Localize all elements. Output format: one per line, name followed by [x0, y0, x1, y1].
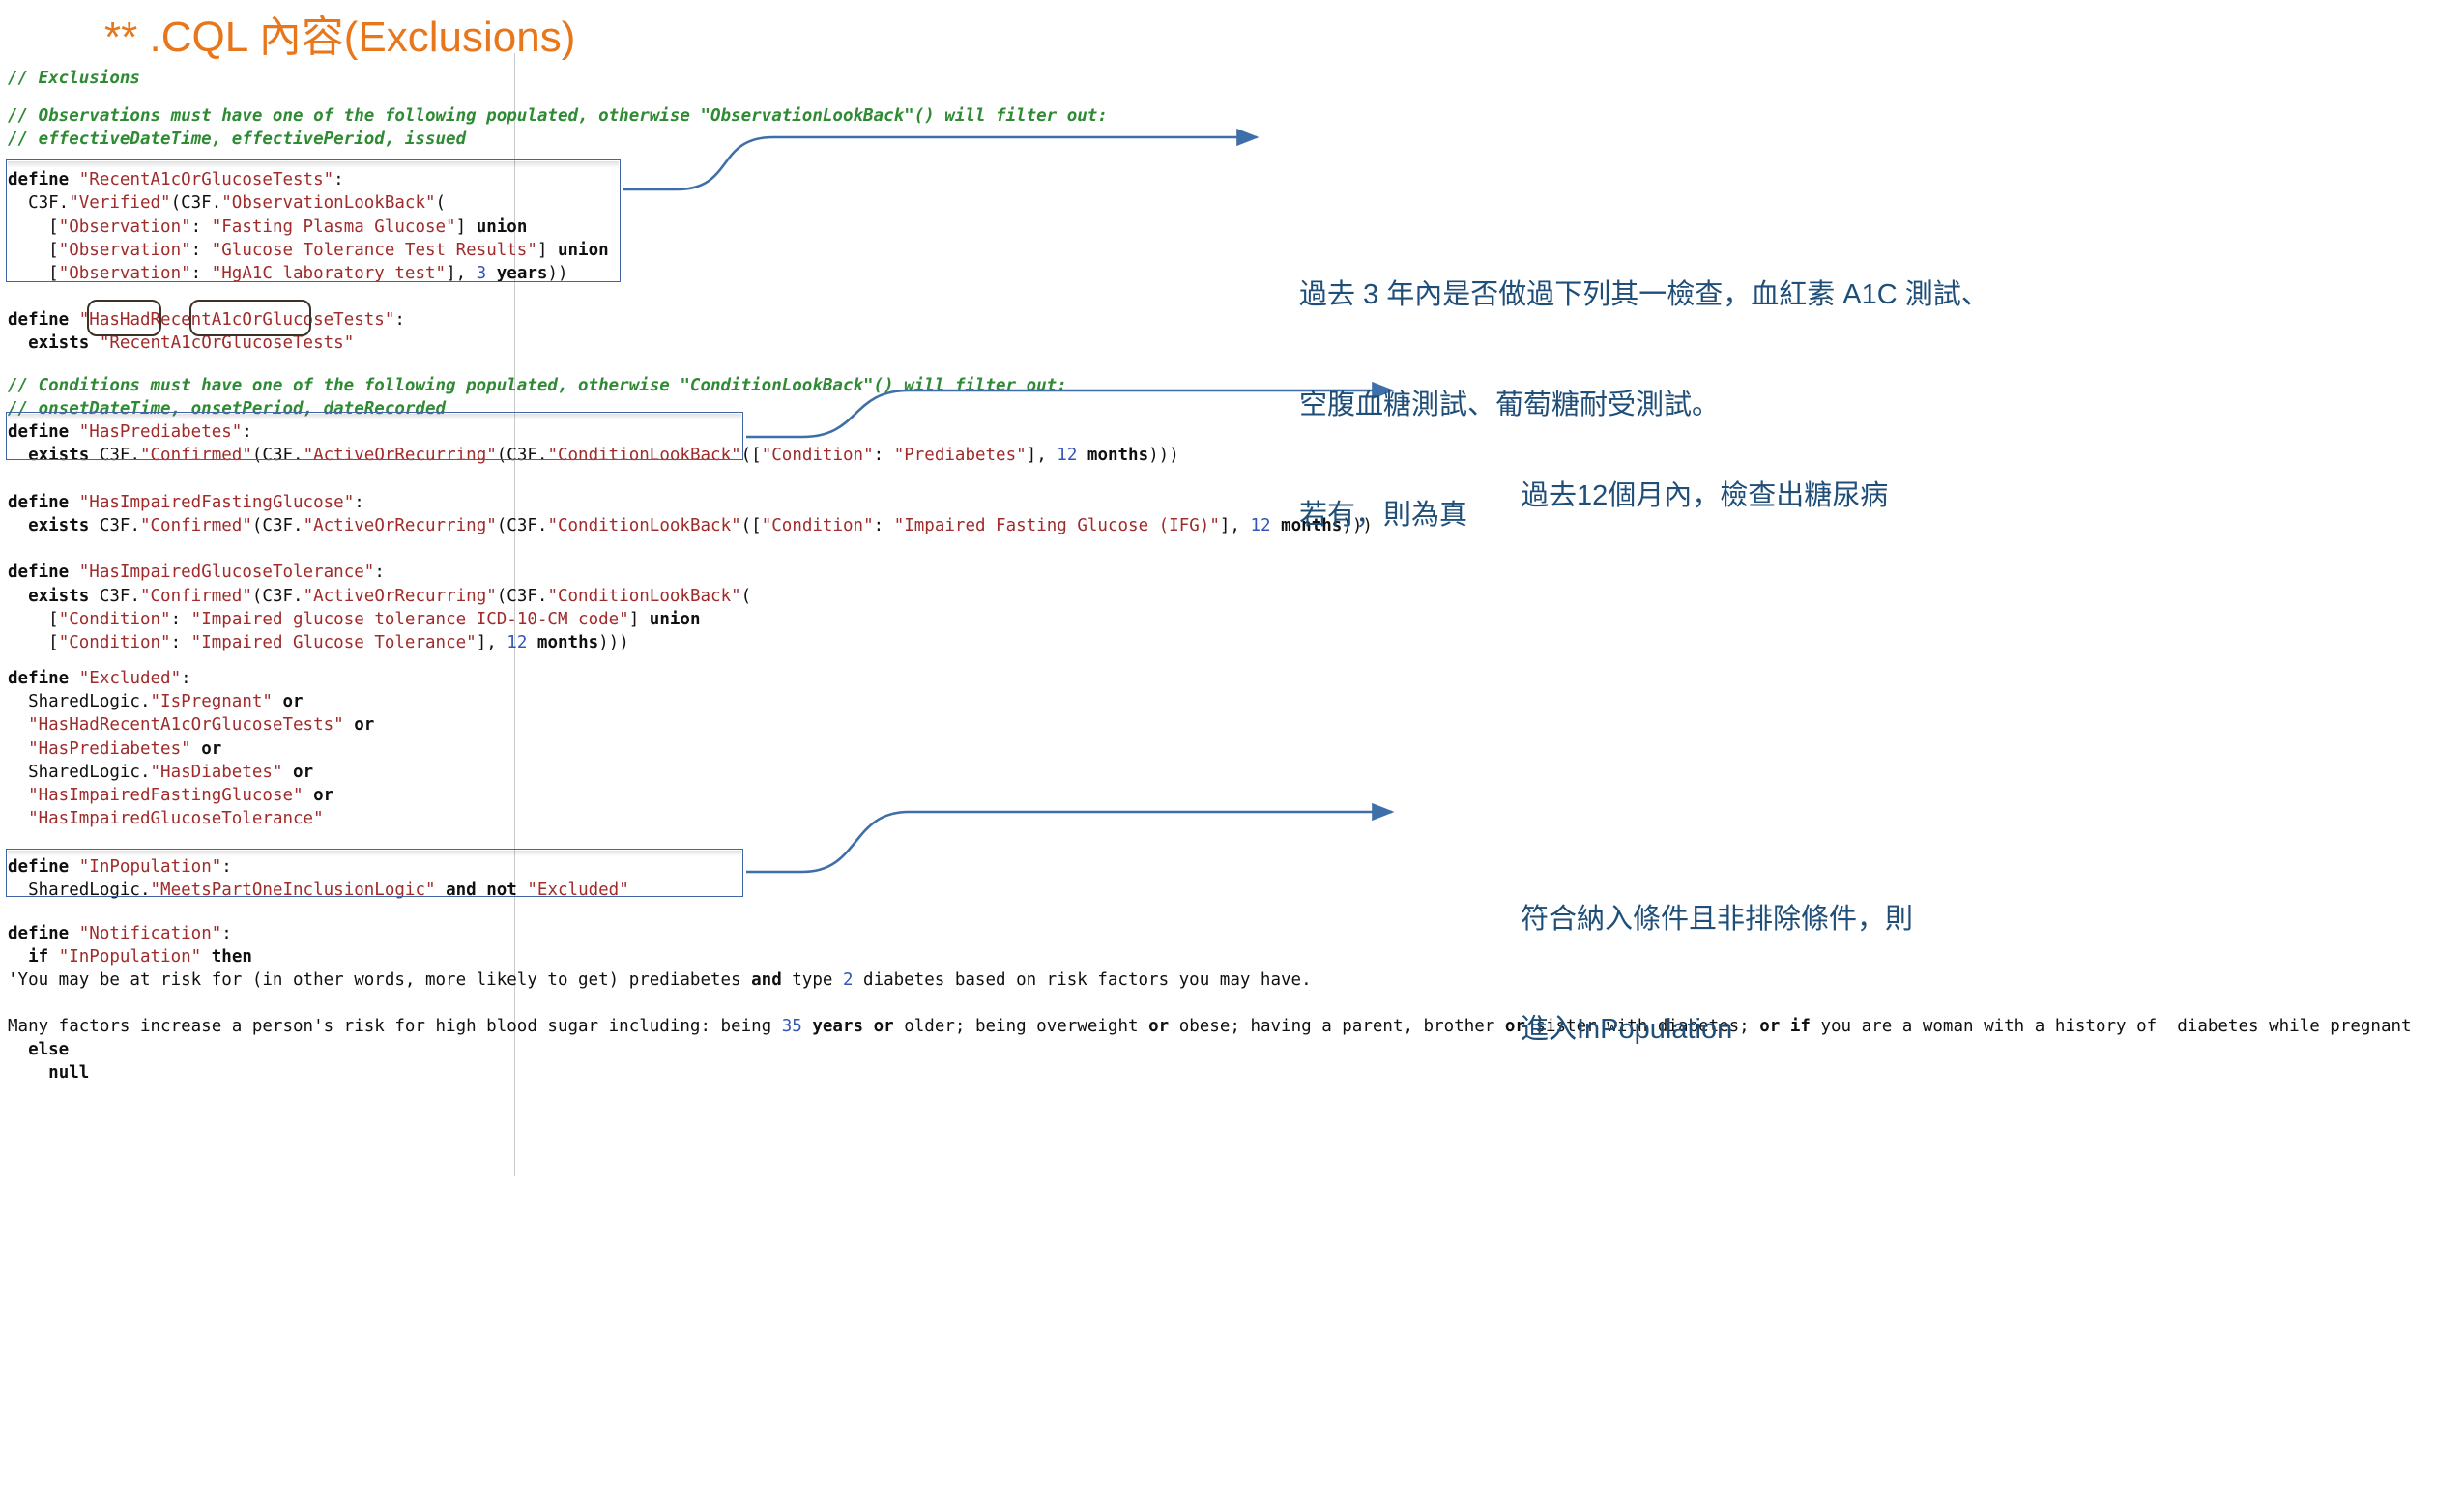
- code-text: exists C3F."Confirmed"(C3F."ActiveOrRecu…: [28, 587, 752, 606]
- note-line: 符合納入條件且非排除條件，則: [1521, 904, 1914, 935]
- code-line: "HasImpairedGlucoseTolerance": [8, 807, 324, 830]
- code-text: ["Observation": "HgA1C laboratory test"]…: [8, 264, 568, 283]
- code-text: ["Observation": "Glucose Tolerance Test …: [8, 241, 609, 260]
- code-text: "HasImpairedGlucoseTolerance": [28, 809, 324, 828]
- code-text: null: [48, 1063, 90, 1083]
- code-line: null: [8, 1061, 89, 1084]
- code-line: SharedLogic."MeetsPartOneInclusionLogic"…: [8, 879, 629, 902]
- code-line: ["Observation": "Fasting Plasma Glucose"…: [8, 216, 527, 239]
- code-line: // Conditions must have one of the follo…: [8, 374, 1067, 397]
- code-line: // onsetDateTime, onsetPeriod, dateRecor…: [8, 397, 446, 420]
- note-line: 過去 3 年內是否做過下列其一檢查，血紅素 A1C 測試、: [1299, 279, 1989, 310]
- code-line: 'You may be at risk for (in other words,…: [8, 968, 1312, 992]
- code-line: "HasImpairedFastingGlucose" or: [8, 784, 333, 807]
- code-line: if "InPopulation" then: [8, 945, 252, 968]
- code-line: C3F."Verified"(C3F."ObservationLookBack"…: [8, 191, 446, 215]
- code-comment: // effectiveDateTime, effectivePeriod, i…: [8, 130, 467, 149]
- code-line: "HasHadRecentA1cOrGlucoseTests" or: [8, 713, 374, 737]
- code-comment: // Conditions must have one of the follo…: [8, 376, 1067, 395]
- code-line: // Exclusions: [8, 67, 140, 90]
- code-text: define "Excluded":: [8, 669, 191, 688]
- code-text: "HasImpairedFastingGlucose" or: [28, 786, 334, 805]
- code-line: // effectiveDateTime, effectivePeriod, i…: [8, 128, 466, 151]
- code-text: SharedLogic."MeetsPartOneInclusionLogic"…: [8, 881, 629, 900]
- code-line: define "Notification":: [8, 922, 232, 945]
- code-line: define "HasImpairedFastingGlucose":: [8, 491, 364, 514]
- note-line: 過去12個月內，檢查出糖尿病: [1521, 480, 1889, 511]
- code-text: SharedLogic."HasDiabetes" or: [8, 763, 314, 782]
- code-text: exists C3F."Confirmed"(C3F."ActiveOrRecu…: [28, 516, 1373, 535]
- code-text: define "Notification":: [8, 924, 232, 943]
- code-text: define "HasImpairedGlucoseTolerance":: [8, 563, 385, 582]
- code-text: define "InPopulation":: [8, 857, 232, 877]
- cql-code-listing: // Exclusions // Observations must have …: [0, 53, 2464, 1176]
- code-text: define "HasPrediabetes":: [8, 422, 252, 442]
- code-text: C3F."Verified"(C3F."ObservationLookBack"…: [8, 193, 447, 213]
- code-text: "HasPrediabetes" or: [28, 739, 222, 759]
- code-line: exists "RecentA1cOrGlucoseTests": [8, 332, 354, 355]
- code-text: ["Observation": "Fasting Plasma Glucose"…: [8, 217, 528, 237]
- code-text: define "RecentA1cOrGlucoseTests":: [8, 170, 344, 189]
- code-line: "HasPrediabetes" or: [8, 737, 221, 761]
- code-comment: // Observations must have one of the fol…: [8, 106, 1108, 126]
- code-line: SharedLogic."HasDiabetes" or: [8, 761, 313, 784]
- code-line: ["Condition": "Impaired glucose toleranc…: [8, 608, 700, 631]
- code-line: SharedLogic."IsPregnant" or: [8, 690, 304, 713]
- code-line: define "HasImpairedGlucoseTolerance":: [8, 561, 385, 584]
- code-text: define "HasImpairedFastingGlucose":: [8, 493, 364, 512]
- code-line: exists C3F."Confirmed"(C3F."ActiveOrRecu…: [8, 585, 751, 608]
- code-text: ["Condition": "Impaired Glucose Toleranc…: [8, 633, 629, 652]
- code-line: else: [8, 1038, 69, 1061]
- code-text: define "HasHadRecentA1cOrGlucoseTests":: [8, 310, 405, 330]
- code-text: exists C3F."Confirmed"(C3F."ActiveOrRecu…: [28, 446, 1179, 465]
- code-comment: // Exclusions: [8, 69, 140, 88]
- code-line: exists C3F."Confirmed"(C3F."ActiveOrRecu…: [8, 444, 1179, 467]
- code-line: define "HasHadRecentA1cOrGlucoseTests":: [8, 308, 405, 332]
- code-line: exists C3F."Confirmed"(C3F."ActiveOrRecu…: [8, 514, 1373, 537]
- code-comment: // onsetDateTime, onsetPeriod, dateRecor…: [8, 399, 447, 419]
- code-text: "HasHadRecentA1cOrGlucoseTests" or: [28, 715, 375, 735]
- page-title: ** .CQL 內容(Exclusions): [104, 14, 576, 61]
- code-text: ["Condition": "Impaired glucose toleranc…: [8, 610, 701, 629]
- code-line: define "RecentA1cOrGlucoseTests":: [8, 168, 344, 191]
- code-line: ["Observation": "HgA1C laboratory test"]…: [8, 262, 568, 285]
- code-line: ["Observation": "Glucose Tolerance Test …: [8, 239, 609, 262]
- code-text: if "InPopulation" then: [28, 947, 252, 967]
- code-line: ["Condition": "Impaired Glucose Toleranc…: [8, 631, 629, 654]
- code-text: 'You may be at risk for (in other words,…: [8, 970, 1312, 990]
- annotation-note-prediabetes: 過去12個月內，檢查出糖尿病: [1521, 404, 1888, 551]
- code-text: Many factors increase a person's risk fo…: [8, 1017, 2412, 1036]
- code-line: define "InPopulation":: [8, 855, 232, 879]
- code-line: define "Excluded":: [8, 667, 191, 690]
- code-line: // Observations must have one of the fol…: [8, 104, 1108, 128]
- code-text: SharedLogic."IsPregnant" or: [8, 692, 304, 711]
- code-line: Many factors increase a person's risk fo…: [8, 1015, 2412, 1038]
- code-text: exists "RecentA1cOrGlucoseTests": [28, 333, 355, 353]
- code-text: else: [28, 1040, 70, 1059]
- annotation-note-inpopulation: 符合納入條件且非排除條件，則 進入InPopulation: [1521, 827, 1913, 1084]
- code-line: define "HasPrediabetes":: [8, 420, 252, 444]
- note-line: 進入InPopulation: [1521, 1014, 1733, 1045]
